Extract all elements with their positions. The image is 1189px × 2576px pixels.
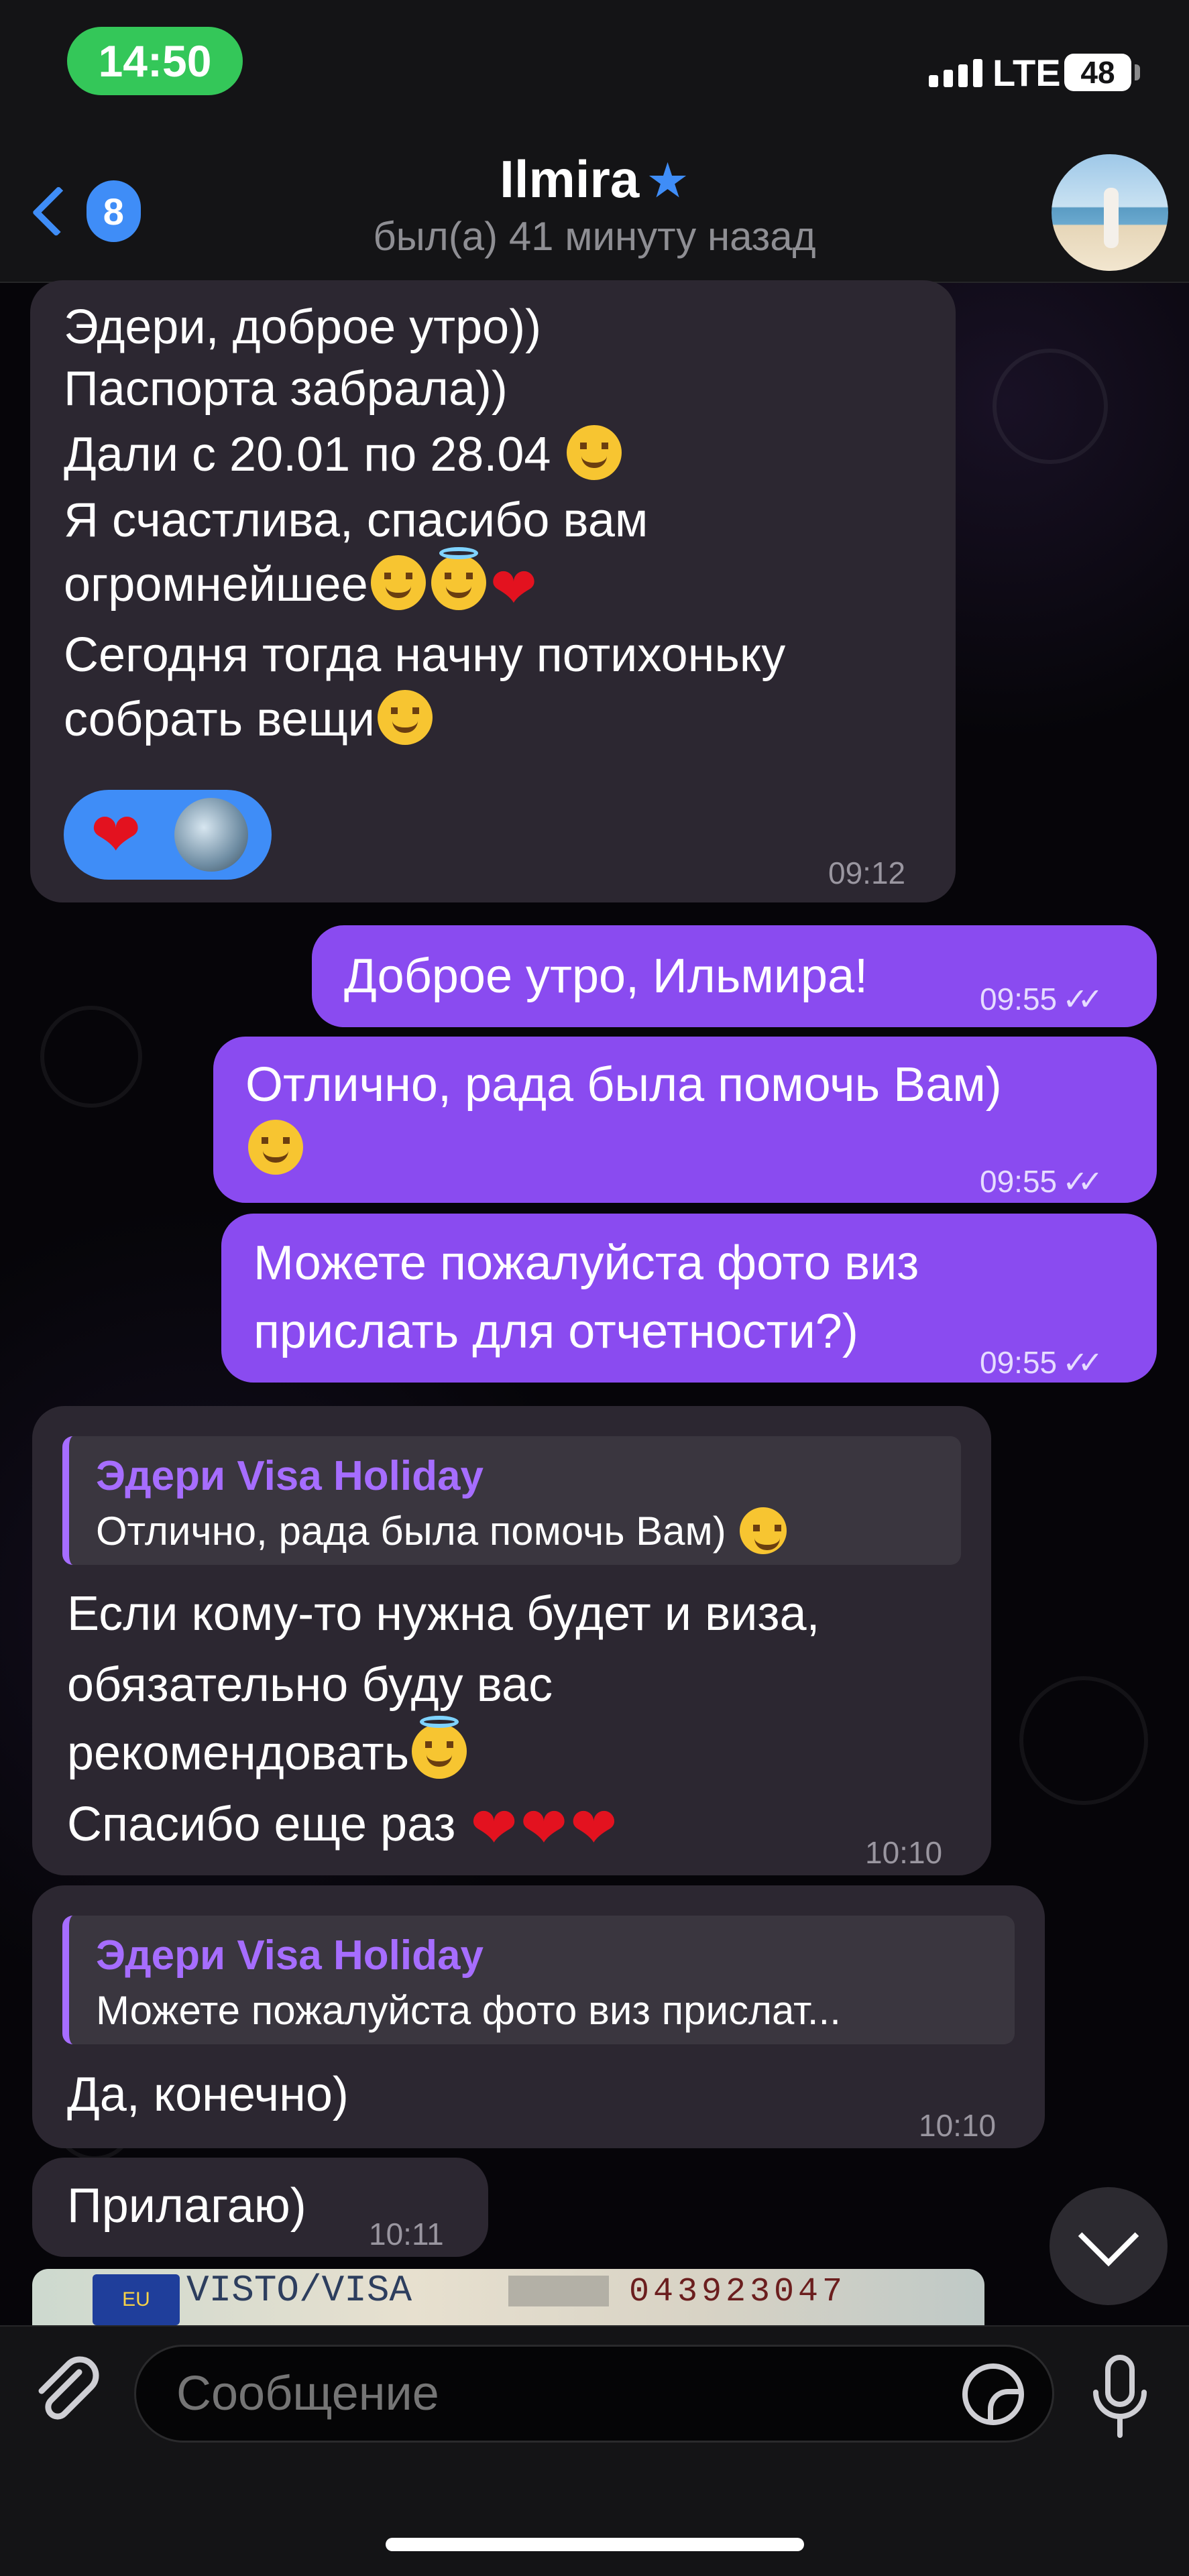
hugging-face-icon: [370, 555, 426, 610]
avatar-figure: [1104, 188, 1119, 248]
red-heart-icon: ❤: [490, 557, 538, 620]
reply-preview[interactable]: Эдери Visa Holiday Можете пожалуйста фот…: [62, 1916, 1015, 2044]
reactor-avatar: [174, 798, 249, 872]
read-ticks-icon: ✓✓: [1062, 982, 1103, 1016]
message-bubble-incoming[interactable]: Прилагаю) 10:11: [32, 2158, 488, 2257]
message-text: Отлично, рада была помочь Вам): [245, 1058, 1002, 1112]
star-icon: ★: [646, 154, 689, 208]
message-text: Прилагаю): [67, 2179, 306, 2233]
message-text: Можете пожалуйста фото виз прислать для …: [253, 1232, 919, 1362]
message-text: Эдери, доброе утро)) Паспорта забрала)) …: [64, 296, 785, 750]
message-line: Эдери, доброе утро)): [64, 300, 542, 354]
message-line-with-emoji: рекомендовать: [67, 1716, 820, 1784]
visa-title-text: VISTO/VISA: [186, 2269, 412, 2312]
sticker-icon[interactable]: [962, 2363, 1024, 2425]
message-line: Если кому-то нужна будет и виза,: [67, 1587, 820, 1641]
status-bar: 14:50 LTE 48: [0, 0, 1189, 127]
home-indicator[interactable]: [386, 2538, 804, 2551]
message-line: обязательно буду вас: [67, 1658, 553, 1712]
contact-name: Ilmira: [500, 150, 640, 209]
red-heart-icon: ❤: [470, 1796, 518, 1859]
microphone-icon[interactable]: [1086, 2353, 1153, 2441]
read-ticks-icon: ✓✓: [1062, 1345, 1103, 1380]
message-line: прислать для отчетности?): [253, 1305, 858, 1358]
contact-avatar[interactable]: [1052, 154, 1168, 271]
message-bubble-outgoing[interactable]: Доброе утро, Ильмира! 09:55 ✓✓: [312, 925, 1157, 1027]
message-text: Да, конечно): [67, 2068, 349, 2121]
chevron-down-icon: [1078, 2205, 1139, 2267]
message-input[interactable]: [134, 2345, 1054, 2443]
reply-text: Отлично, рада была помочь Вам): [96, 1501, 789, 1562]
message-line-with-emoji: [245, 1118, 306, 1180]
message-bubble-outgoing[interactable]: Отлично, рада была помочь Вам) 09:55 ✓✓: [213, 1037, 1157, 1203]
red-heart-reaction-icon: ❤: [91, 801, 141, 869]
message-line: Я счастлива, спасибо вам: [64, 493, 648, 547]
wallpaper-doodle: [40, 1006, 142, 1108]
wallpaper-doodle: [1019, 1676, 1148, 1805]
message-time: 09:55 ✓✓: [980, 1345, 1103, 1380]
reply-author: Эдери Visa Holiday: [96, 1932, 484, 1979]
smiling-face-with-halo-icon: [431, 547, 486, 610]
message-line-with-emoji: огромнейшее ❤: [64, 547, 538, 620]
read-ticks-icon: ✓✓: [1062, 1164, 1103, 1199]
smiling-face-with-halo-icon: [412, 1716, 467, 1779]
grinning-face-icon: [378, 690, 433, 745]
visa-photo[interactable]: EU VISTO/VISA 043923047: [32, 2269, 984, 2325]
partying-face-icon: [567, 425, 622, 480]
attach-paperclip-icon[interactable]: [27, 2352, 107, 2433]
message-text: Доброе утро, Ильмира!: [344, 949, 868, 1003]
battery-tip: [1135, 64, 1140, 80]
eu-flag-icon: EU: [93, 2274, 180, 2325]
scroll-to-bottom-button[interactable]: [1050, 2187, 1168, 2305]
message-time: 10:10: [919, 2108, 997, 2143]
red-heart-icon: ❤: [520, 1796, 568, 1859]
message-line-with-emoji: Спасибо еще раз ❤❤❤: [67, 1796, 618, 1859]
message-bubble-incoming[interactable]: Эдери Visa Holiday Можете пожалуйста фот…: [32, 1885, 1045, 2148]
message-line: Можете пожалуйста фото виз: [253, 1236, 919, 1290]
message-time: 09:55 ✓✓: [980, 982, 1103, 1016]
visa-stamp: [508, 2276, 609, 2306]
message-line: Сегодня тогда начну потихоньку: [64, 628, 786, 682]
message-line-with-emoji: собрать вещи: [64, 689, 785, 750]
battery-icon: 48: [1064, 54, 1131, 91]
message-bubble-outgoing[interactable]: Можете пожалуйста фото виз прислать для …: [221, 1214, 1157, 1383]
message-time: 09:55 ✓✓: [980, 1164, 1103, 1199]
status-time: 14:50: [67, 27, 243, 95]
last-seen-status: был(а) 41 минуту назад: [373, 214, 816, 259]
reply-text: Можете пожалуйста фото виз прислат...: [96, 1988, 841, 2033]
message-line: Паспорта забрала)): [64, 362, 508, 416]
signal-icon: [929, 59, 982, 87]
reply-preview[interactable]: Эдери Visa Holiday Отлично, рада была по…: [62, 1436, 961, 1565]
hugging-face-icon: [740, 1507, 787, 1554]
message-time: 10:11: [369, 2217, 444, 2251]
hugging-face-icon: [248, 1120, 303, 1175]
message-line-with-emoji: Дали с 20.01 по 28.04: [64, 424, 785, 485]
red-heart-icon: ❤: [570, 1796, 618, 1859]
chat-title[interactable]: Ilmira ★: [0, 149, 1189, 210]
reply-author: Эдери Visa Holiday: [96, 1453, 484, 1499]
network-type: LTE: [993, 52, 1061, 94]
message-time: 09:12: [828, 856, 906, 890]
message-reactions[interactable]: ❤: [64, 790, 272, 880]
wallpaper-doodle: [993, 349, 1108, 464]
message-time: 10:10: [865, 1835, 943, 1870]
message-bubble-incoming[interactable]: Эдери Visa Holiday Отлично, рада была по…: [32, 1406, 991, 1875]
visa-number-text: 043923047: [629, 2273, 847, 2311]
message-text: Если кому-то нужна будет и виза, обязате…: [67, 1583, 820, 1859]
